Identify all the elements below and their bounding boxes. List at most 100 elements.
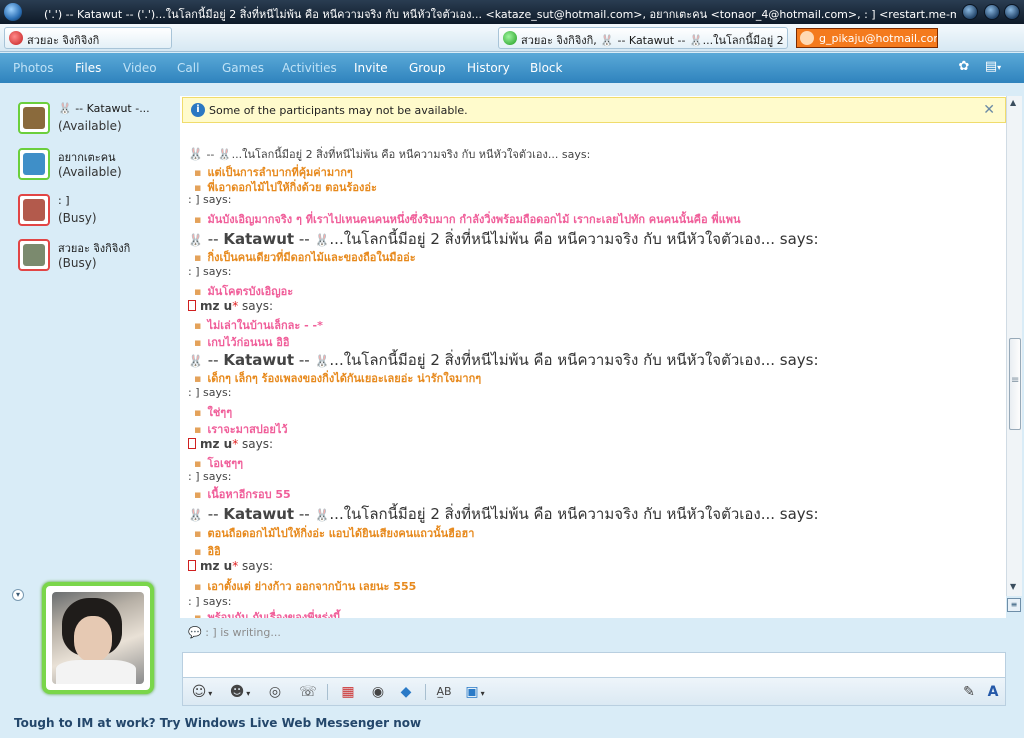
message-text: กิ่งเป็นคนเดียวที่มีดอกไม้และของถือในมือ… [194, 248, 415, 266]
participant-name: 🐰 -- Katawut -... [58, 102, 150, 115]
show-menu-icon[interactable]: ▤▾ [984, 59, 1002, 77]
participant-status: (Available) [58, 119, 122, 133]
message-text: มันบังเอิญมากจริง ๆ ที่เราไปเหนคนคนหนึ่ง… [194, 210, 740, 228]
message-input-area[interactable] [182, 652, 1006, 678]
user-icon [800, 31, 814, 45]
menu-history[interactable]: History [467, 61, 510, 75]
participant-3[interactable]: : ] (Busy) [18, 194, 174, 232]
conversation-history[interactable]: 🐰 -- 🐰...ในโลกนี้มีอยู่ 2 สิ่งที่หนีไม่พ… [180, 96, 1006, 618]
my-display-picture[interactable] [42, 582, 154, 694]
message-input[interactable] [183, 653, 1005, 677]
message-text: มันโคตรบังเอิญอะ [194, 282, 293, 300]
menu-group[interactable]: Group [409, 61, 446, 75]
formatting-toolbar: ☺ ▾ ☻ ▾ ◎ ☏ ▦ ◉ ◆ A̲B ▣ ▾ ✎ A [182, 678, 1006, 706]
bunny-emoticon-icon: 🐰 [314, 354, 330, 368]
sender-tagline: says: [238, 299, 274, 313]
message-text: เด็กๆ เล็กๆ ร้องเพลงของกิ่งได้กันเยอะเลย… [194, 369, 481, 387]
bunny-emoticon-icon: 🐰 [314, 508, 330, 522]
nudge-icon[interactable]: ☏ [297, 682, 319, 702]
availability-notice: i Some of the participants may not be av… [182, 97, 1006, 123]
font-icon[interactable]: A̲B [433, 682, 455, 702]
sender-header: mz u* says: [188, 559, 273, 573]
avatar [18, 148, 50, 180]
avatar-picture [23, 153, 45, 175]
bunny-emoticon-icon: 🐰 [188, 508, 203, 522]
participant-4[interactable]: สวยอะ จิงกิจิงกิ (Busy) [18, 239, 174, 277]
message-text: พร้อมกัน กับเรื่องของพี่หร่งนี้ [194, 608, 340, 618]
menu-bar: Photos Files Video Call Games Activities… [0, 53, 1024, 83]
background-picker-icon[interactable]: ▦ [337, 682, 359, 702]
participant-katawut[interactable]: 🐰 -- Katawut -... (Available) [18, 102, 174, 140]
hover-badge-text: g_pikaju@hotmail.com [819, 32, 938, 45]
typing-indicator: 💬 : ] is writing... [188, 626, 281, 639]
close-button[interactable] [1004, 4, 1020, 20]
avatar-picture [23, 199, 45, 221]
avatar [18, 102, 50, 134]
sender-header: : ] says: [188, 193, 232, 206]
collapse-avatar-button[interactable]: ▾ [12, 589, 24, 601]
voice-clip-icon[interactable]: ◎ [263, 682, 287, 702]
tab-label: สวยอะ จิงกิจิงกิ [27, 34, 100, 47]
sound-icon[interactable]: ◉ [367, 682, 389, 702]
maximize-button[interactable] [984, 4, 1000, 20]
avatar [18, 194, 50, 226]
avatar-picture [23, 244, 45, 266]
menu-activities[interactable]: Activities [282, 61, 337, 75]
avatar-picture [23, 107, 45, 129]
missing-glyph-icon [188, 438, 196, 449]
sender-header: : ] says: [188, 386, 232, 399]
menu-files[interactable]: Files [75, 61, 101, 75]
sender-header: 🐰 -- Katawut -- 🐰...ในโลกนี้มีอยู่ 2 สิ่… [188, 505, 819, 523]
info-icon: i [191, 103, 205, 117]
message-text: ตอนถือดอกไม้ไปให้กิ่งอ่ะ แอบได้ยินเสียงค… [194, 524, 474, 542]
menu-photos[interactable]: Photos [13, 61, 53, 75]
text-format-icon[interactable]: A [983, 682, 1003, 702]
tab-conversation-2[interactable]: สวยอะ จิงกิจิงกิ, 🐰 -- Katawut -- 🐰...ใน… [498, 27, 788, 49]
sender-tagline: says: [238, 437, 274, 451]
handwriting-icon[interactable]: ✎ [959, 682, 979, 702]
toolbar-separator [425, 684, 426, 700]
wink-picker-icon[interactable]: ☻ ▾ [225, 682, 255, 702]
send-file-icon[interactable]: ◆ [395, 682, 417, 702]
promo-link[interactable]: Tough to IM at work? Try Windows Live We… [14, 716, 421, 730]
title-bar: ('.') -- Katawut -- ('.')...ในโลกนี้มีอย… [0, 0, 1024, 24]
sender-tagline: ...ในโลกนี้มีอยู่ 2 สิ่งที่หนีไม่พ้น คือ… [329, 230, 819, 248]
sender-header: mz u* says: [188, 299, 273, 313]
message-text: เราจะมาสปอยไว้ [194, 420, 287, 438]
window-title: ('.') -- Katawut -- ('.')...ในโลกนี้มีอย… [44, 8, 956, 21]
chat-scrollbar[interactable]: ▲ ▼ [1006, 96, 1022, 596]
toggle-sidebar-button[interactable]: ≡ [1007, 598, 1021, 612]
message-text: ใช่ๆๆ [194, 403, 232, 421]
speech-bubble-icon: 💬 [188, 626, 202, 639]
minimize-button[interactable] [962, 4, 978, 20]
bunny-emoticon-icon: 🐰 [188, 354, 203, 368]
participant-name: สวยอะ จิงกิจิงกิ [58, 242, 131, 255]
sender-tagline: -- 🐰...ในโลกนี้มีอยู่ 2 สิ่งที่หนีไม่พ้น… [206, 148, 591, 161]
message-text: เอาตั้งแต่ ย่างก้าว ออกจากบ้าน เลยนะ 555 [194, 577, 416, 595]
scroll-down-icon[interactable]: ▼ [1010, 582, 1016, 591]
tab-label: สวยอะ จิงกิจิงกิ, 🐰 -- Katawut -- 🐰...ใน… [521, 34, 787, 47]
notice-text: Some of the participants may not be avai… [209, 104, 468, 117]
menu-invite[interactable]: Invite [354, 61, 388, 75]
menu-video[interactable]: Video [123, 61, 157, 75]
emoticon-icon[interactable]: ☺ ▾ [187, 682, 217, 702]
tab-conversation-1[interactable]: สวยอะ จิงกิจิงกิ [4, 27, 172, 49]
menu-block[interactable]: Block [530, 61, 562, 75]
missing-glyph-icon [188, 560, 196, 571]
scroll-thumb[interactable] [1009, 338, 1021, 430]
participant-2[interactable]: อยากเตะคน (Available) [18, 148, 174, 186]
wink-icon[interactable]: ✿ [955, 59, 973, 77]
sender-tagline: ...ในโลกนี้มีอยู่ 2 สิ่งที่หนีไม่พ้น คือ… [329, 505, 819, 523]
tools-icon[interactable]: ▣ ▾ [461, 682, 489, 702]
participant-name: อยากเตะคน [58, 151, 116, 164]
menu-call[interactable]: Call [177, 61, 199, 75]
sender-tagline: ...ในโลกนี้มีอยู่ 2 สิ่งที่หนีไม่พ้น คือ… [329, 351, 819, 369]
sender-header: : ] says: [188, 470, 232, 483]
sender-name: mz u [200, 559, 233, 573]
bunny-emoticon-icon: 🐰 [314, 233, 330, 247]
close-notice-button[interactable]: ✕ [983, 102, 995, 118]
scroll-up-icon[interactable]: ▲ [1010, 98, 1016, 107]
message-text: อิอิ [194, 542, 220, 560]
group-status-icon [503, 31, 517, 45]
menu-games[interactable]: Games [222, 61, 264, 75]
